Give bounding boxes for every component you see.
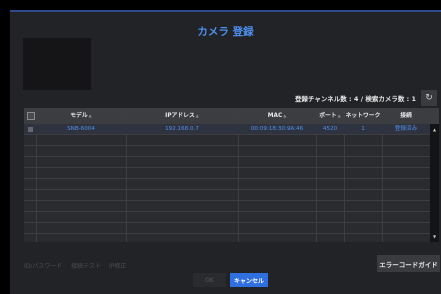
column-port-label: ポート [319, 113, 337, 119]
ok-button[interactable]: OK [193, 273, 226, 287]
cell-model: SNB-6004 [67, 126, 95, 132]
column-model[interactable]: モデル▲ [36, 108, 126, 124]
sort-arrow-icon: ▲ [283, 113, 287, 118]
dialog-title: カメラ 登録 [197, 26, 254, 38]
camera-registration-dialog: カメラ 登録 登録チャンネル数 : 4 / 検索カメラ数 : 1 ↻ モデル ▲ … [10, 10, 441, 294]
table-header: モデル▲ IPアドレス▲ MAC▲ ポート▲ ネットワーク▲ 接続 [24, 108, 439, 134]
refresh-button[interactable]: ↻ [421, 90, 437, 106]
scroll-down-arrow-icon[interactable]: ▼ [430, 234, 439, 239]
ip-change-button[interactable]: IP修正 [109, 261, 126, 270]
column-ip-label: IPアドレス [165, 113, 195, 119]
error-code-guide-button[interactable]: エラーコードガイド [377, 255, 440, 272]
sort-arrow-icon: ▲ [195, 113, 199, 118]
camera-preview [23, 38, 91, 90]
table-row-empty [24, 179, 439, 190]
cell-network: 1 [361, 126, 365, 132]
column-network-label: ネットワーク [345, 113, 381, 119]
cell-ip: 192.168.0.7 [165, 126, 199, 132]
sort-arrow-icon: ▲ [337, 113, 341, 118]
registration-counts: 登録チャンネル数 : 4 / 検索カメラ数 : 1 [294, 95, 416, 103]
camera-table: モデル▲ IPアドレス▲ MAC▲ ポート▲ ネットワーク▲ 接続 SNB-60… [24, 108, 439, 242]
table-row[interactable]: SNB-6004 192.168.0.7 00:09:18:30:9A:46 4… [24, 124, 439, 135]
table-scrollbar[interactable]: ▲ ▼ [430, 124, 439, 242]
column-status-label: 接続 [400, 113, 412, 119]
table-row-empty [24, 201, 439, 212]
column-mac[interactable]: MAC▲ [238, 108, 316, 124]
dialog-top-border [10, 10, 441, 12]
table-row-empty [24, 135, 439, 146]
scroll-up-arrow-icon[interactable]: ▲ [430, 127, 439, 132]
table-row-empty [24, 168, 439, 179]
column-network[interactable]: ネットワーク▲ [344, 108, 382, 134]
select-all-checkbox[interactable] [27, 112, 35, 120]
table-row-empty [24, 157, 439, 168]
id-password-button[interactable]: ID/パスワード [24, 261, 62, 270]
table-row-empty [24, 223, 439, 234]
table-row-empty [24, 212, 439, 223]
connect-test-button[interactable]: 接続テスト [71, 261, 101, 270]
cell-status: 登録済み [394, 126, 418, 132]
sort-arrow-icon: ▲ [88, 113, 92, 118]
cancel-button[interactable]: キャンセル [230, 273, 268, 287]
cell-port: 4520 [322, 126, 338, 132]
column-mac-label: MAC [267, 113, 283, 119]
row-checkbox[interactable] [28, 127, 33, 132]
column-ip[interactable]: IPアドレス▲ [126, 108, 238, 124]
table-row-empty [24, 190, 439, 201]
column-port[interactable]: ポート▲ [316, 108, 344, 124]
refresh-icon: ↻ [425, 93, 433, 103]
column-model-label: モデル [70, 113, 88, 119]
table-row-empty [24, 146, 439, 157]
column-status[interactable]: 接続 [382, 108, 430, 124]
cell-mac: 00:09:18:30:9A:46 [250, 126, 304, 132]
